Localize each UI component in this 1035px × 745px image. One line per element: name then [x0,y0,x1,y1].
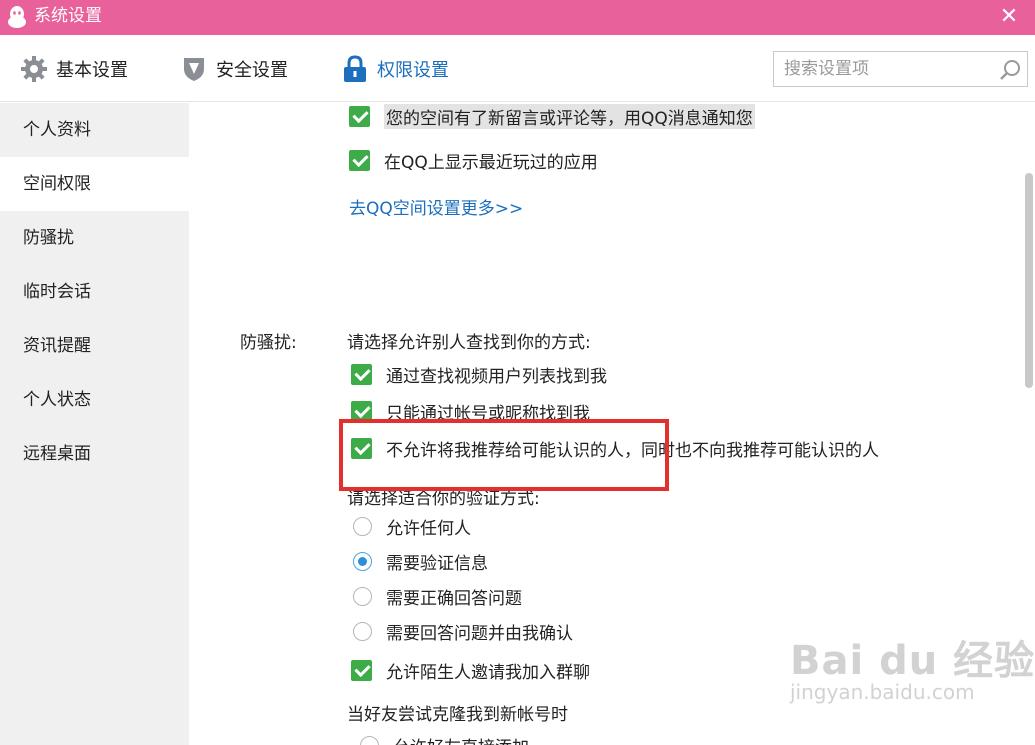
show-apps-option[interactable]: 在QQ上显示最近玩过的应用 [349,148,598,173]
search-icon[interactable] [998,58,1022,82]
checkbox-checked[interactable] [351,363,372,385]
watermark-url: jingyan.baidu.com [790,680,975,704]
show-apps-label: 在QQ上显示最近玩过的应用 [384,152,598,173]
window-title: 系统设置 [34,6,102,26]
sidebar-item-anti-harassment[interactable]: 防骚扰 [0,211,189,265]
verify-option-anyone[interactable]: 允许任何人 [353,514,471,539]
sidebar-item-news-reminder[interactable]: 资讯提醒 [0,319,189,373]
find-option-video-list[interactable]: 通过查找视频用户列表找到我 [351,362,607,387]
tab-basic-settings[interactable]: 基本设置 [20,53,128,85]
qq-penguin-icon [8,6,26,28]
lock-icon [344,55,366,82]
settings-toolbar: 基本设置 安全设置 权限设置 [0,35,1035,102]
search-input[interactable] [784,56,994,82]
shield-icon [184,58,204,81]
qzone-more-settings-link[interactable]: 去QQ空间设置更多>> [349,194,523,219]
group-invite-label: 允许陌生人邀请我加入群聊 [386,662,590,683]
tab-security-settings[interactable]: 安全设置 [180,53,288,85]
highlight-annotation-box [339,419,669,491]
tab-security-settings-label: 安全设置 [216,60,288,81]
search-box[interactable] [773,51,1028,87]
vertical-scrollbar[interactable] [1025,173,1033,388]
baidu-jingyan-watermark: Bai du 经验 jingyan.baidu.com [790,628,1034,728]
sidebar-item-personal-status[interactable]: 个人状态 [0,373,189,427]
sidebar-item-space-permissions[interactable]: 空间权限 [0,157,189,211]
find-option-video-list-label: 通过查找视频用户列表找到我 [386,366,607,387]
radio-button-selected[interactable] [353,551,372,571]
watermark-brand: Bai du 经验 [790,638,1035,684]
verify-option-need-info-label: 需要验证信息 [386,553,488,574]
radio-button[interactable] [353,516,372,536]
gear-icon [21,56,47,82]
close-button[interactable]: ✕ [994,4,1024,32]
radio-button[interactable] [353,586,372,606]
find-method-prompt: 请选择允许别人查找到你的方式: [347,333,591,353]
verify-option-anyone-label: 允许任何人 [386,518,471,539]
tab-basic-settings-label: 基本设置 [56,60,128,81]
checkbox-checked[interactable] [349,105,370,127]
sidebar-item-temp-session[interactable]: 临时会话 [0,265,189,319]
verify-option-correct-answer-label: 需要正确回答问题 [386,588,522,609]
tab-permission-settings[interactable]: 权限设置 [341,53,449,85]
clone-option-allow-add[interactable]: 允许好友直接添加 [360,733,529,745]
space-notify-option[interactable]: 您的空间有了新留言或评论等，用QQ消息通知您 [349,103,755,129]
tab-permission-settings-label: 权限设置 [377,60,449,81]
checkbox-checked[interactable] [349,149,370,171]
verify-option-answer-and-confirm[interactable]: 需要回答问题并由我确认 [353,619,573,644]
radio-button[interactable] [360,735,379,745]
anti-harassment-section-label: 防骚扰: [240,333,297,353]
clone-option-allow-add-label: 允许好友直接添加 [393,733,529,745]
sidebar-item-profile[interactable]: 个人资料 [0,103,189,157]
radio-button[interactable] [353,621,372,641]
group-invite-option[interactable]: 允许陌生人邀请我加入群聊 [351,658,590,683]
title-bar: 系统设置 ✕ [0,0,1035,35]
sidebar-item-remote-desktop[interactable]: 远程桌面 [0,427,189,481]
verify-option-answer-and-confirm-label: 需要回答问题并由我确认 [386,623,573,644]
clone-account-prompt: 当好友尝试克隆我到新帐号时 [347,705,568,725]
verify-option-correct-answer[interactable]: 需要正确回答问题 [353,584,522,609]
checkbox-checked[interactable] [351,659,372,681]
verify-option-need-info[interactable]: 需要验证信息 [353,549,488,574]
settings-sidebar: 个人资料 空间权限 防骚扰 临时会话 资讯提醒 个人状态 远程桌面 [0,103,189,745]
space-notify-label: 您的空间有了新留言或评论等，用QQ消息通知您 [384,103,755,129]
